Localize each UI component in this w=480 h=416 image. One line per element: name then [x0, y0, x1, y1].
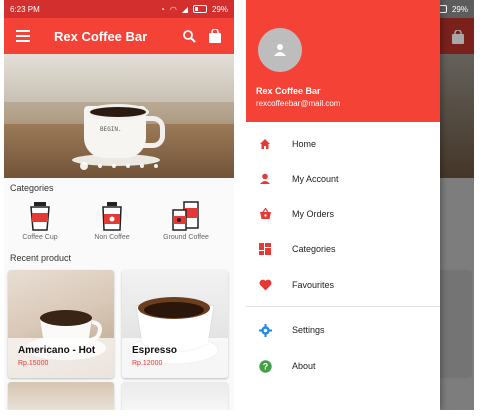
- product-caption: [8, 338, 114, 378]
- drawer-user-name: Rex Coffee Bar: [256, 86, 321, 96]
- help-icon: ?: [258, 359, 272, 373]
- product-name: Americano - Hot: [18, 345, 96, 356]
- ground-coffee-icon: [170, 200, 202, 232]
- navigation-drawer: Rex Coffee Bar rexcoffeebar@mail.com Hom…: [246, 0, 440, 410]
- drawer-item-about[interactable]: ? About: [246, 351, 440, 381]
- drawer-item-my-orders[interactable]: My Orders: [246, 199, 440, 229]
- drawer-item-label: Settings: [292, 325, 325, 335]
- home-screen: 6:23 PM ◔ ◠ ◢ 29% Rex Coffee Bar BEGIN.: [4, 0, 234, 410]
- drawer-item-label: Favourites: [292, 280, 335, 290]
- battery-percent: 29%: [451, 4, 468, 14]
- carousel-dot[interactable]: [140, 164, 144, 168]
- signal-icon: ◢: [181, 4, 188, 14]
- person-icon: [258, 172, 272, 186]
- product-price: Rp.12000: [132, 360, 163, 367]
- drawer-item-categories[interactable]: Categories: [246, 234, 440, 264]
- category-label: Ground Coffee: [163, 234, 209, 241]
- app-bar: Rex Coffee Bar: [4, 18, 234, 54]
- product-price: Rp.15000: [18, 360, 49, 367]
- dashboard-icon: [258, 242, 272, 256]
- product-card-americano[interactable]: Americano - Hot Rp.15000: [8, 270, 114, 378]
- hero-carousel[interactable]: BEGIN.: [4, 54, 234, 178]
- hero-background: [4, 54, 234, 102]
- battery-icon: [192, 5, 207, 13]
- shopping-bag-icon[interactable]: [206, 27, 224, 45]
- carousel-dot[interactable]: [154, 164, 158, 168]
- drawer-header: Rex Coffee Bar rexcoffeebar@mail.com: [246, 0, 440, 122]
- status-time: 6:23 PM: [10, 4, 40, 14]
- coffee-surface: [87, 104, 149, 120]
- basket-icon: [258, 207, 272, 221]
- carousel-dot[interactable]: [112, 164, 116, 168]
- product-name: Espresso: [132, 345, 178, 356]
- avatar[interactable]: [258, 28, 302, 72]
- drawer-item-label: My Account: [292, 174, 339, 184]
- category-ground-coffee[interactable]: Ground Coffee: [156, 200, 216, 241]
- status-bar: 6:23 PM ◔ ◠ ◢ 29%: [4, 0, 234, 18]
- categories-heading: Categories: [10, 183, 54, 193]
- coffee-cup-icon: [24, 200, 56, 232]
- non-coffee-icon: [96, 200, 128, 232]
- svg-text:?: ?: [262, 361, 268, 371]
- category-coffee-cup[interactable]: Coffee Cup: [10, 200, 70, 241]
- carousel-dot[interactable]: [98, 164, 102, 168]
- cup-print: BEGIN.: [100, 126, 122, 133]
- recent-product-heading: Recent product: [10, 253, 72, 263]
- drawer-screen: 6:23 PM ◔ ◠ ◢ 29% Rex Coffee Bar rexcoff…: [246, 0, 474, 410]
- product-card-espresso[interactable]: Espresso Rp.12000: [122, 270, 228, 378]
- carousel-indicator: [4, 162, 234, 170]
- category-non-coffee[interactable]: Non Coffee: [82, 200, 142, 241]
- shopping-bag-icon[interactable]: [452, 29, 464, 49]
- gear-icon: [258, 323, 272, 337]
- home-icon: [258, 137, 272, 151]
- heart-icon: [258, 278, 272, 292]
- product-caption: [122, 338, 228, 378]
- drawer-item-settings[interactable]: Settings: [246, 315, 440, 345]
- category-label: Non Coffee: [94, 234, 130, 241]
- drawer-item-my-account[interactable]: My Account: [246, 164, 440, 194]
- drawer-user-email: rexcoffeebar@mail.com: [256, 99, 341, 108]
- search-icon[interactable]: [180, 27, 198, 45]
- drawer-item-home[interactable]: Home: [246, 129, 440, 159]
- carousel-dot[interactable]: [126, 164, 130, 168]
- drawer-item-label: Home: [292, 139, 317, 149]
- app-title: Rex Coffee Bar: [54, 28, 148, 44]
- alarm-icon: ◔: [160, 4, 165, 14]
- battery-percent: 29%: [211, 4, 228, 14]
- drawer-item-label: About: [292, 361, 316, 371]
- drawer-item-label: Categories: [292, 244, 336, 254]
- carousel-dot-active[interactable]: [80, 162, 88, 170]
- category-label: Coffee Cup: [22, 234, 58, 241]
- person-icon: [274, 44, 286, 56]
- product-card-partial[interactable]: [8, 382, 114, 410]
- drawer-item-favourites[interactable]: Favourites: [246, 270, 440, 300]
- menu-icon[interactable]: [14, 27, 32, 45]
- product-card-partial[interactable]: [122, 382, 228, 410]
- drawer-item-label: My Orders: [292, 209, 335, 219]
- wifi-icon: ◠: [169, 4, 177, 14]
- drawer-divider: [246, 306, 440, 307]
